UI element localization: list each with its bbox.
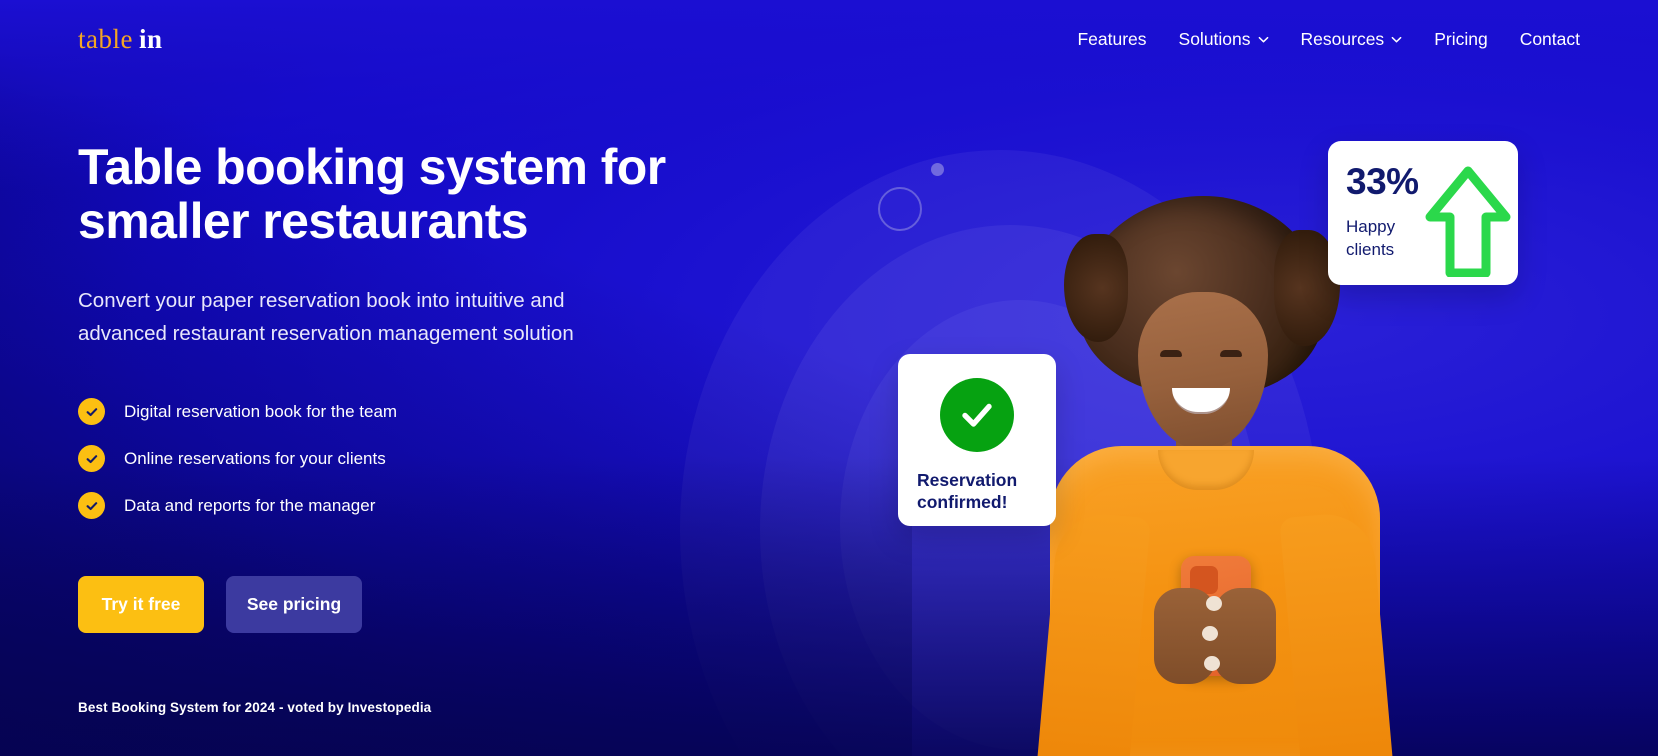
list-item: Digital reservation book for the team: [78, 398, 758, 426]
nav-label-pricing: Pricing: [1434, 28, 1488, 49]
check-icon: [78, 398, 105, 426]
person-hand-right: [1214, 588, 1276, 684]
list-item-label: Online reservations for your clients: [124, 448, 386, 468]
chevron-down-icon: [1258, 34, 1269, 45]
see-pricing-button[interactable]: See pricing: [226, 576, 362, 634]
arrow-up-icon: [1424, 165, 1512, 278]
nav-item-features[interactable]: Features: [1077, 29, 1146, 50]
person-eye-left: [1160, 350, 1182, 357]
list-item-label: Digital reservation book for the team: [124, 401, 398, 421]
person-eye-right: [1220, 350, 1242, 357]
confirm-text: Reservation confirmed!: [917, 470, 1018, 512]
nav-label-features: Features: [1077, 28, 1147, 49]
nav-item-contact[interactable]: Contact: [1520, 29, 1580, 50]
person-fingernail: [1202, 626, 1218, 641]
nav-item-solutions[interactable]: Solutions: [1179, 29, 1269, 50]
nav-label-contact: Contact: [1519, 28, 1580, 49]
nav-item-resources[interactable]: Resources: [1301, 29, 1403, 50]
check-circle-icon: [940, 378, 1014, 452]
site-header: table in Features Solutions Resources Pri…: [0, 0, 1658, 78]
nav-label-resources: Resources: [1300, 28, 1385, 49]
main-navigation: Features Solutions Resources Pricing Con…: [1077, 29, 1580, 50]
check-icon: [78, 445, 105, 473]
hero-cta-group: Try it free See pricing: [78, 576, 758, 634]
hero-subtitle: Convert your paper reservation book into…: [78, 289, 574, 346]
person-smile: [1172, 388, 1230, 414]
stat-value: 33%: [1346, 161, 1419, 202]
list-item-label: Data and reports for the manager: [124, 495, 376, 515]
logo-primary-text: table: [78, 23, 133, 54]
try-it-free-button[interactable]: Try it free: [78, 576, 204, 634]
stat-label: Happy clients: [1346, 217, 1396, 259]
list-item: Online reservations for your clients: [78, 445, 758, 473]
logo-secondary-text: in: [138, 23, 163, 54]
hero-feature-list: Digital reservation book for the team On…: [78, 398, 758, 520]
person-fingernail: [1206, 596, 1222, 611]
person-fingernail: [1204, 656, 1220, 671]
person-face: [1138, 292, 1268, 450]
nav-label-solutions: Solutions: [1178, 28, 1251, 49]
reservation-confirmed-card: Reservation confirmed!: [898, 354, 1056, 526]
check-icon: [78, 492, 105, 520]
nav-item-pricing[interactable]: Pricing: [1434, 29, 1488, 50]
page-title: Table booking system for smaller restaur…: [78, 139, 666, 249]
hero-content: Table booking system for smaller restaur…: [78, 140, 758, 715]
hero-visual: 33% Happy clients Reservation confirmed!: [898, 0, 1658, 756]
list-item: Data and reports for the manager: [78, 492, 758, 520]
happy-clients-stat-card: 33% Happy clients: [1328, 141, 1518, 285]
logo[interactable]: table in: [78, 24, 163, 55]
award-note: Best Booking System for 2024 - voted by …: [78, 700, 432, 716]
chevron-down-icon: [1391, 34, 1402, 45]
